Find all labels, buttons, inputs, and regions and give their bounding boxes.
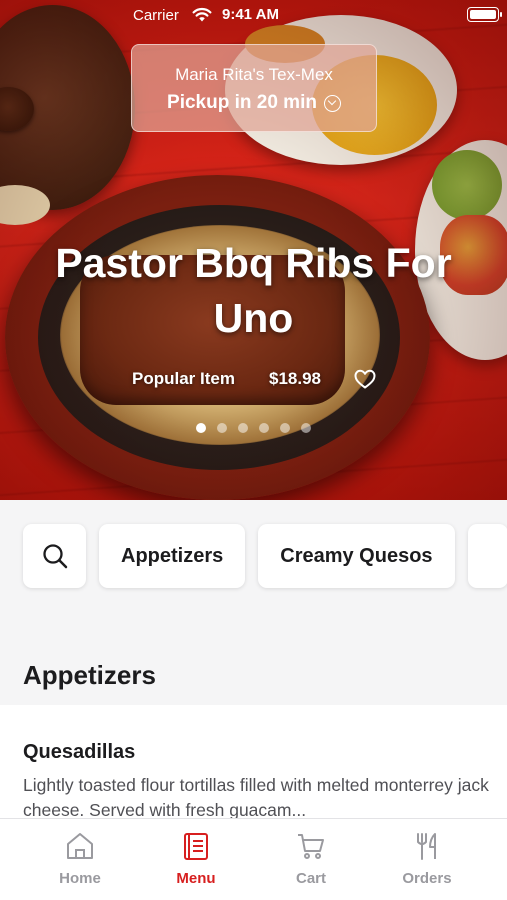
carousel-dot[interactable] [301, 423, 311, 433]
category-chip-appetizers[interactable]: Appetizers [99, 524, 246, 588]
carousel-dot[interactable] [196, 423, 206, 433]
hero-price: $18.98 [269, 369, 321, 388]
tab-cart[interactable]: Cart [261, 831, 361, 895]
search-button[interactable] [23, 524, 86, 588]
pickup-time: Pickup in 20 min [167, 92, 317, 113]
home-icon [67, 833, 93, 859]
tab-orders[interactable]: Orders [377, 831, 477, 895]
wifi-icon [192, 7, 212, 23]
menu-item-card[interactable]: Quesadillas Lightly toasted flour tortil… [0, 705, 507, 820]
popular-tag: Popular Item [132, 369, 235, 388]
search-icon [42, 544, 67, 569]
fork-knife-icon [417, 833, 436, 860]
carousel-dots[interactable] [0, 423, 507, 433]
hero-title: Pastor Bbq Ribs For Uno [55, 240, 452, 341]
carrier-label: Carrier [133, 7, 179, 24]
tab-label-menu: Menu [176, 870, 216, 887]
favorite-heart-icon[interactable] [353, 367, 377, 391]
tab-label-cart: Cart [295, 870, 326, 887]
clock: 9:41 AM [222, 6, 279, 23]
pickup-time-row: Pickup in 20 min [132, 92, 376, 114]
section-heading: Appetizers [23, 660, 156, 690]
carousel-dot[interactable] [280, 423, 290, 433]
tab-label-orders: Orders [402, 870, 452, 887]
chevron-down-circle-icon [323, 94, 341, 112]
carousel-dot[interactable] [238, 423, 248, 433]
category-section: Appetizers Creamy Quesos Appetizers [0, 500, 507, 705]
item-description: Lightly toasted flour tortillas filled w… [23, 775, 489, 820]
store-pickup-selector[interactable]: Maria Rita's Tex-Mex Pickup in 20 min [131, 44, 377, 132]
category-chip-next[interactable] [467, 524, 507, 588]
menu-book-icon [184, 833, 208, 860]
hero-meta: Popular Item $18.98 [0, 367, 507, 393]
tab-home[interactable]: Home [30, 831, 130, 895]
battery-icon [467, 7, 502, 22]
category-chip-creamy-quesos[interactable]: Creamy Quesos [258, 524, 455, 588]
tab-menu[interactable]: Menu [146, 831, 246, 895]
status-bar: Carrier 9:41 AM [0, 0, 507, 30]
carousel-dot[interactable] [217, 423, 227, 433]
cart-icon [298, 834, 324, 859]
tab-bar: Home Menu Cart Orders [0, 818, 507, 900]
tab-label-home: Home [59, 870, 101, 887]
carousel-dot[interactable] [259, 423, 269, 433]
store-name: Maria Rita's Tex-Mex [175, 65, 333, 84]
item-name: Quesadillas [23, 741, 136, 763]
category-scroller[interactable]: Appetizers Creamy Quesos [23, 524, 507, 588]
